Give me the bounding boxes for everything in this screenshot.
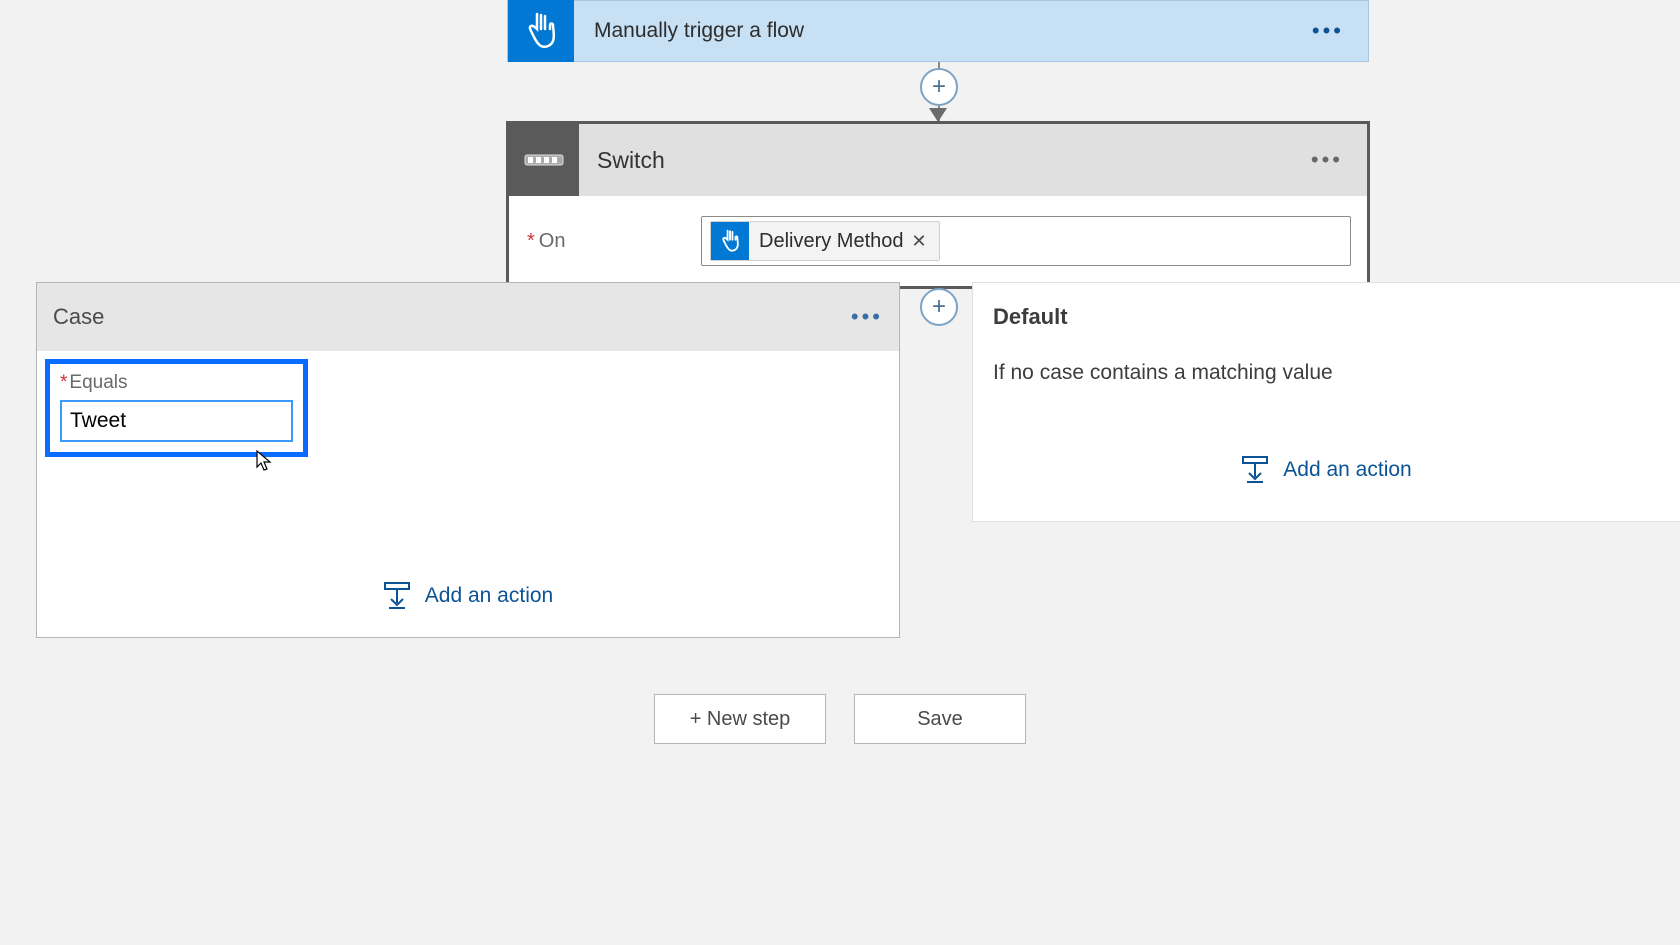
- case-equals-label: *Equals: [60, 372, 293, 394]
- switch-card[interactable]: Switch ••• *On Delivery Method ✕: [506, 121, 1370, 289]
- case-title: Case: [53, 304, 851, 330]
- switch-on-label: *On: [525, 230, 701, 253]
- trigger-card[interactable]: Manually trigger a flow •••: [507, 0, 1369, 62]
- switch-body: *On Delivery Method ✕: [509, 196, 1367, 286]
- trigger-menu-icon[interactable]: •••: [1312, 18, 1368, 44]
- trigger-title: Manually trigger a flow: [574, 19, 1312, 43]
- default-title: Default: [993, 304, 1068, 330]
- default-add-action-button[interactable]: Add an action: [973, 425, 1680, 521]
- token-remove-icon[interactable]: ✕: [912, 231, 927, 252]
- save-button[interactable]: Save: [854, 694, 1026, 744]
- add-action-icon: [1241, 455, 1269, 485]
- add-case-plus-icon[interactable]: +: [920, 288, 958, 326]
- default-header: Default: [973, 283, 1680, 351]
- case-add-action-label: Add an action: [425, 584, 553, 608]
- token-label: Delivery Method: [759, 230, 904, 253]
- switch-header[interactable]: Switch •••: [509, 124, 1367, 196]
- bottom-button-row: + New step Save: [0, 694, 1680, 744]
- dynamic-token[interactable]: Delivery Method ✕: [710, 221, 940, 261]
- add-action-icon: [383, 581, 411, 611]
- case-add-action-button[interactable]: Add an action: [37, 581, 899, 637]
- switch-title: Switch: [579, 147, 1311, 174]
- case-equals-block: *Equals: [45, 359, 308, 457]
- default-description: If no case contains a matching value: [973, 351, 1680, 425]
- token-manual-trigger-icon: [711, 222, 749, 260]
- case-menu-icon[interactable]: •••: [851, 304, 883, 330]
- case-card[interactable]: Case ••• *Equals Add an action: [36, 282, 900, 638]
- new-step-button[interactable]: + New step: [654, 694, 826, 744]
- case-equals-input[interactable]: [60, 400, 293, 442]
- add-step-plus-icon[interactable]: +: [920, 68, 958, 106]
- switch-on-input[interactable]: Delivery Method ✕: [701, 216, 1351, 266]
- switch-menu-icon[interactable]: •••: [1311, 147, 1367, 173]
- switch-icon: [509, 124, 579, 196]
- case-header[interactable]: Case •••: [37, 283, 899, 351]
- default-add-action-label: Add an action: [1283, 458, 1411, 482]
- default-card[interactable]: Default If no case contains a matching v…: [972, 282, 1680, 522]
- connector-arrowhead-icon: [929, 108, 947, 122]
- manual-trigger-icon: [508, 0, 574, 62]
